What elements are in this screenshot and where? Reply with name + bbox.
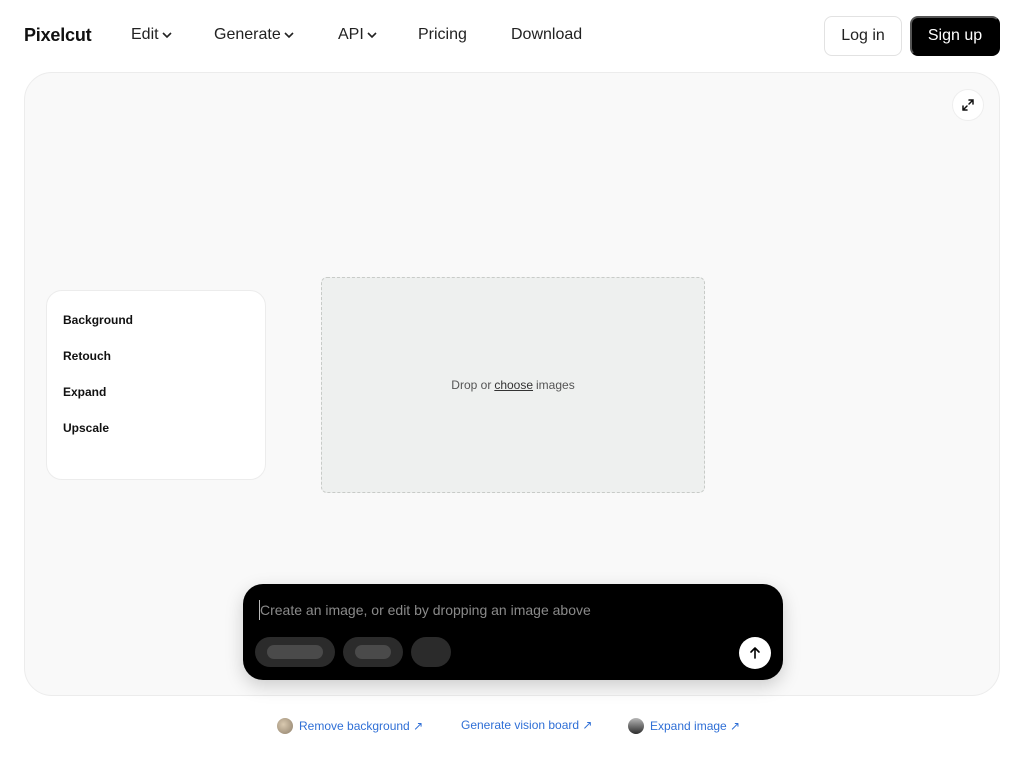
thumbnail-image xyxy=(628,718,644,734)
quick-links: Remove background ↗ Generate vision boar… xyxy=(0,718,1024,738)
dropzone-prefix: Drop or xyxy=(451,378,492,392)
tool-panel: Background Retouch Expand Upscale xyxy=(46,290,266,480)
nav-edit-label: Edit xyxy=(131,26,159,43)
generate-vision-board-label: Generate vision board ↗ xyxy=(461,718,593,732)
expand-arrows-icon xyxy=(962,99,974,111)
generate-vision-board-link[interactable]: Generate vision board ↗ xyxy=(461,718,592,732)
logo[interactable]: Pixelcut xyxy=(24,25,92,46)
login-button[interactable]: Log in xyxy=(824,16,902,56)
prompt-box xyxy=(243,584,783,680)
nav-pricing-label: Pricing xyxy=(418,26,467,43)
option-chip[interactable] xyxy=(255,637,335,667)
chevron-down-icon xyxy=(284,32,294,39)
fullscreen-button[interactable] xyxy=(952,89,984,121)
chevron-down-icon xyxy=(367,32,377,39)
nav-api[interactable]: API xyxy=(338,26,377,44)
nav-generate-label: Generate xyxy=(214,26,281,43)
nav-edit[interactable]: Edit xyxy=(131,26,172,44)
thumbnail-image xyxy=(277,718,293,734)
chip-placeholder xyxy=(355,645,391,659)
nav-download[interactable]: Download xyxy=(511,26,582,44)
expand-image-link[interactable]: Expand image ↗ xyxy=(628,718,740,734)
header: Pixelcut Edit Generate API Pricing Downl… xyxy=(0,0,1024,72)
option-chip[interactable] xyxy=(411,637,451,667)
signup-button[interactable]: Sign up xyxy=(910,16,1000,56)
prompt-input[interactable] xyxy=(259,600,739,620)
remove-background-label: Remove background ↗ xyxy=(299,719,424,733)
remove-background-link[interactable]: Remove background ↗ xyxy=(277,718,423,734)
nav-generate[interactable]: Generate xyxy=(214,26,294,44)
editor-canvas: Background Retouch Expand Upscale Drop o… xyxy=(24,72,1000,696)
nav-download-label: Download xyxy=(511,26,583,43)
expand-image-label: Expand image ↗ xyxy=(650,719,741,733)
chevron-down-icon xyxy=(162,32,172,39)
tool-upscale[interactable]: Upscale xyxy=(63,406,249,450)
send-button[interactable] xyxy=(739,637,771,669)
nav-pricing[interactable]: Pricing xyxy=(418,26,467,44)
nav-api-label: API xyxy=(338,26,364,43)
image-dropzone[interactable]: Drop or choose images xyxy=(321,277,705,493)
arrow-up-icon xyxy=(750,647,760,659)
option-chip[interactable] xyxy=(343,637,403,667)
choose-images-link[interactable]: choose xyxy=(494,378,533,392)
dropzone-suffix: images xyxy=(536,378,575,392)
chip-placeholder xyxy=(267,645,323,659)
